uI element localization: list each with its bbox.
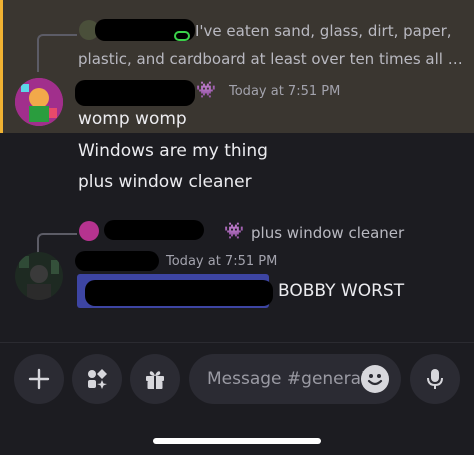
avatar[interactable] — [15, 78, 63, 126]
reply-connector — [37, 34, 77, 72]
message-text: BOBBY WORST — [278, 281, 405, 301]
plus-icon — [28, 368, 50, 390]
redacted-mention — [85, 280, 273, 306]
redacted-username — [104, 220, 204, 240]
message-text: plus window cleaner — [78, 172, 252, 192]
gift-button[interactable] — [130, 354, 180, 404]
timestamp: Today at 7:51 PM — [166, 254, 278, 269]
timestamp: Today at 7:51 PM — [229, 84, 341, 99]
divider — [0, 342, 474, 343]
message-text: Windows are my thing — [78, 141, 268, 161]
microphone-icon — [427, 369, 443, 389]
reply-preview-text-line2[interactable]: plastic, and cardboard at least over ten… — [78, 47, 463, 71]
space-invader-icon: 👾 — [224, 221, 244, 240]
emoji-button[interactable] — [361, 365, 389, 393]
message-input[interactable]: Message #general — [189, 354, 401, 404]
apps-button[interactable] — [72, 354, 122, 404]
redacted-username — [75, 251, 159, 271]
avatar[interactable] — [15, 252, 63, 300]
message-input-placeholder: Message #general — [207, 369, 366, 389]
home-indicator[interactable] — [153, 438, 321, 444]
gift-icon — [146, 371, 164, 389]
reply-avatar[interactable] — [79, 221, 99, 241]
space-invader-icon: 👾 — [196, 80, 216, 99]
apps-icon — [88, 369, 107, 389]
redacted-username — [75, 80, 195, 106]
reply-preview-text[interactable]: plus window cleaner — [251, 221, 404, 245]
voice-message-button[interactable] — [410, 354, 460, 404]
add-button[interactable] — [14, 354, 64, 404]
highlight-bar — [0, 0, 3, 133]
message-text: womp womp — [78, 109, 187, 129]
eye-icon — [174, 31, 190, 41]
smiley-icon — [367, 374, 383, 386]
reply-preview-text[interactable]: I've eaten sand, glass, dirt, paper, — [195, 19, 452, 43]
